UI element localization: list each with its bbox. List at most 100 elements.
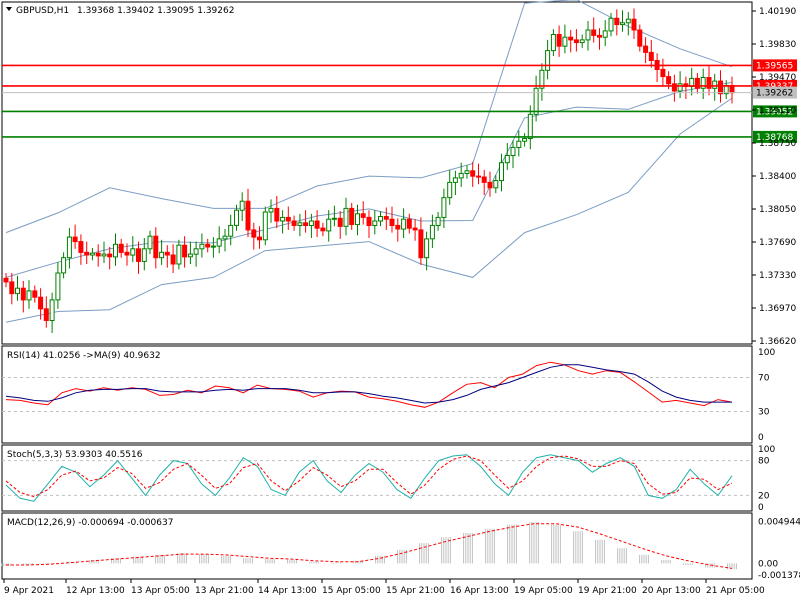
candle-body [447, 181, 453, 199]
candle-body [210, 245, 216, 248]
candle-body [579, 39, 585, 44]
candle-body [153, 235, 159, 259]
candle-body [349, 207, 355, 225]
candle-body [694, 77, 700, 89]
candle-body [187, 253, 193, 258]
candle-body [499, 162, 504, 182]
candle-body [274, 207, 280, 222]
candle-body [205, 243, 211, 248]
candle-body [20, 287, 26, 301]
candle-body [412, 227, 418, 231]
candle-body [510, 146, 516, 156]
candle-body [280, 216, 286, 222]
candle-body [222, 235, 228, 240]
candle-body [568, 36, 574, 41]
candle-body [435, 216, 441, 226]
candle-body [614, 17, 620, 26]
price-tick-label: 1.37690 [759, 238, 796, 248]
macd-tick-label: -0.001378 [758, 571, 800, 581]
candle-body [320, 227, 326, 232]
price-tick-label: 1.38050 [759, 205, 796, 215]
candle-body [113, 243, 118, 258]
candle-body [389, 218, 395, 226]
candle-body [228, 224, 234, 237]
candle-body [159, 251, 165, 259]
time-tick-label: 13 Apr 21:00 [195, 586, 254, 596]
candle-body [216, 238, 222, 247]
candle-body [406, 218, 412, 229]
symbol-label: GBPUSD,H1 [16, 6, 69, 16]
candle-body [481, 176, 487, 183]
price-tick-label: 1.39110 [759, 106, 796, 116]
candle-body [458, 172, 464, 179]
stoch-title: Stoch(5,3,3) 53.9303 40.5516 [7, 450, 143, 460]
candle-body [637, 29, 643, 47]
candle-body [291, 220, 297, 226]
candle-body [372, 220, 378, 226]
candle-body [176, 244, 182, 265]
price-tick-label: 1.37330 [759, 271, 796, 281]
candle-body [452, 177, 458, 183]
candle-body [257, 236, 262, 241]
candle-body [424, 238, 430, 259]
candle-body [429, 224, 435, 240]
candle-body [285, 216, 291, 222]
macd-tick-label: 0.00 [758, 559, 778, 569]
price-tick-label: 1.40190 [759, 7, 796, 17]
candle-body [26, 290, 32, 301]
candle-body [141, 248, 147, 262]
candle-body [72, 236, 78, 243]
candle-body [331, 217, 337, 220]
candle-body [32, 290, 38, 298]
candle-body [3, 277, 9, 283]
candle-body [620, 22, 625, 26]
candle-body [355, 213, 360, 226]
candle-body [38, 296, 44, 310]
candle-body [199, 243, 205, 250]
candle-body [677, 83, 683, 92]
candle-body [107, 253, 113, 258]
candle-body [89, 252, 95, 256]
candle-body [383, 216, 389, 220]
price-tag-label: 1.39262 [756, 89, 793, 99]
candle-body [182, 244, 188, 258]
time-tick-label: 16 Apr 13:00 [450, 586, 509, 596]
candle-body [516, 140, 522, 148]
candle-body [193, 248, 199, 255]
candle-body [297, 222, 303, 227]
price-tag-label: 1.39565 [756, 61, 793, 71]
time-tick-label: 12 Apr 13:00 [66, 586, 125, 596]
candle-body [545, 50, 551, 71]
macd-tick-label: 0.004944 [758, 518, 800, 528]
time-tick-label: 13 Apr 05:00 [131, 586, 190, 596]
candle-body [366, 216, 372, 226]
candle-body [303, 222, 309, 227]
time-tick-label: 21 Apr 05:00 [706, 586, 765, 596]
candle-body [262, 211, 268, 241]
macd-title: MACD(12,26,9) -0.000694 -0.000637 [7, 518, 173, 528]
candle-body [470, 170, 476, 177]
candle-body [61, 257, 67, 274]
stoch-level-label: 80 [758, 457, 770, 467]
chart-canvas[interactable]: 1.395651.393371.392621.390521.38768 1.40… [0, 0, 800, 600]
candle-body [660, 68, 666, 78]
candle-body [43, 308, 49, 321]
rsi-level-label: 70 [758, 374, 770, 384]
candle-body [245, 200, 251, 231]
candle-body [643, 45, 649, 53]
price-tick-label: 1.39470 [759, 73, 796, 83]
candle-body [464, 170, 470, 175]
candle-body [239, 200, 245, 211]
candle-body [712, 80, 718, 89]
rsi-title: RSI(14) 41.0256 ->MA(9) 40.9632 [7, 351, 161, 361]
candle-body [648, 51, 654, 62]
candle-body [597, 34, 602, 38]
candle-body [251, 229, 257, 238]
candle-body [441, 197, 447, 218]
rsi-level-label: 100 [758, 348, 775, 358]
candle-body [101, 253, 107, 257]
candle-body [326, 218, 332, 232]
candle-body [343, 207, 349, 227]
candle-body [308, 220, 314, 226]
candle-body [562, 36, 568, 47]
